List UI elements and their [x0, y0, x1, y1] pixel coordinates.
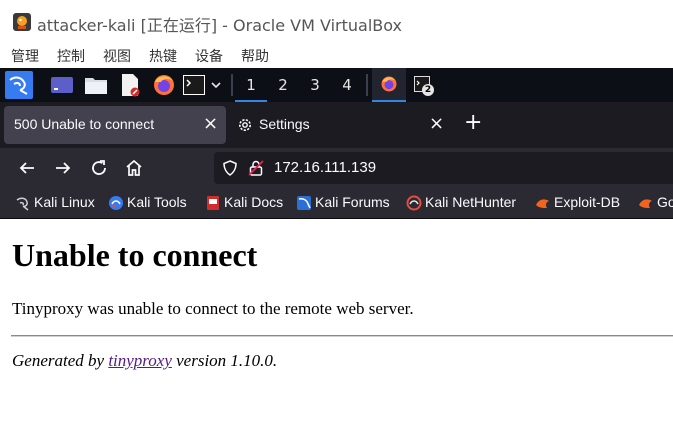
- bookmark-kali-nethunter[interactable]: Kali NetHunter: [406, 194, 526, 212]
- forward-icon[interactable]: [51, 156, 75, 180]
- terminal-launcher-icon[interactable]: [183, 72, 205, 98]
- text-editor-icon[interactable]: [118, 72, 142, 98]
- file-manager-icon[interactable]: [84, 72, 108, 98]
- kali-panel: 1 2 3 4 2: [0, 68, 673, 102]
- address-bar[interactable]: 172.16.111.139: [214, 152, 673, 184]
- vbox-title-bar: attacker-kali [正在运行] - Oracle VM Virtual…: [0, 0, 673, 44]
- window-title: attacker-kali [正在运行] - Oracle VM Virtual…: [37, 16, 403, 35]
- show-desktop-icon[interactable]: [50, 72, 74, 98]
- vbox-menu-bar: 管理 控制 视图 热键 设备 帮助: [0, 44, 673, 68]
- reload-icon[interactable]: [87, 156, 111, 180]
- workspace-1[interactable]: 1: [235, 68, 267, 102]
- vbox-app-icon: [13, 13, 31, 31]
- taskbar-firefox[interactable]: [372, 68, 406, 102]
- exploit-db-icon: [536, 199, 549, 208]
- tinyproxy-link[interactable]: tinyproxy: [108, 351, 172, 370]
- workspace-4[interactable]: 4: [331, 68, 363, 102]
- url-text: 172.16.111.139: [274, 159, 377, 176]
- firefox-icon: [381, 76, 397, 92]
- kali-docs-icon: [207, 196, 219, 210]
- bookmarks-toolbar: Kali Linux Kali Tools Kali Docs Kali For…: [0, 188, 673, 219]
- page-footer: Generated by tinyproxy version 1.10.0.: [12, 351, 277, 371]
- footer-suffix: version 1.10.0.: [176, 351, 278, 370]
- kali-menu-icon[interactable]: [5, 71, 33, 99]
- close-icon[interactable]: ×: [203, 113, 218, 134]
- bookmark-kali-tools[interactable]: Kali Tools: [108, 194, 194, 212]
- bookmark-kali-linux[interactable]: Kali Linux: [15, 194, 99, 212]
- window-count-badge: 2: [422, 84, 434, 96]
- menu-control[interactable]: 控制: [57, 46, 85, 66]
- panel-separator: [366, 74, 368, 96]
- bookmark-kali-forums[interactable]: Kali Forums: [296, 194, 396, 212]
- bookmark-kali-docs[interactable]: Kali Docs: [205, 194, 287, 212]
- back-icon[interactable]: [15, 156, 39, 180]
- close-icon[interactable]: ×: [429, 113, 444, 134]
- tab-bar: 500 Unable to connect × Settings × +: [0, 102, 673, 148]
- kali-tools-icon: [109, 196, 123, 210]
- bookmark-ghdb[interactable]: Go: [638, 194, 673, 212]
- tab-unable-to-connect[interactable]: 500 Unable to connect ×: [4, 106, 226, 144]
- firefox-launcher-icon[interactable]: [152, 72, 176, 98]
- error-message: Tinyproxy was unable to connect to the r…: [12, 299, 414, 318]
- navigation-bar: 172.16.111.139: [0, 148, 673, 188]
- menu-devices[interactable]: 设备: [195, 46, 223, 66]
- new-tab-button[interactable]: +: [464, 112, 482, 134]
- nethunter-icon: [406, 195, 422, 211]
- tab-settings[interactable]: Settings ×: [228, 106, 454, 144]
- insecure-lock-icon[interactable]: [248, 159, 264, 177]
- bookmark-exploit-db[interactable]: Exploit-DB: [535, 194, 629, 212]
- chevron-down-icon[interactable]: [209, 72, 223, 98]
- taskbar-terminal[interactable]: 2: [410, 68, 440, 102]
- page-content: Unable to connect Tinyproxy was unable t…: [0, 219, 673, 432]
- panel-separator: [231, 74, 233, 96]
- divider: [11, 335, 673, 337]
- workspace-3[interactable]: 3: [299, 68, 331, 102]
- tab-label: Settings: [259, 116, 310, 132]
- gear-icon: [239, 119, 251, 131]
- menu-view[interactable]: 视图: [103, 46, 131, 66]
- shield-icon[interactable]: [222, 160, 238, 176]
- page-heading: Unable to connect: [12, 237, 258, 273]
- ghdb-icon: [639, 199, 652, 208]
- home-icon[interactable]: [122, 156, 146, 180]
- footer-prefix: Generated by: [12, 351, 105, 370]
- tab-label: 500 Unable to connect: [14, 116, 155, 132]
- workspace-2[interactable]: 2: [267, 68, 299, 102]
- menu-hotkeys[interactable]: 热键: [149, 46, 177, 66]
- kali-dragon-icon: [16, 197, 29, 211]
- menu-help[interactable]: 帮助: [241, 46, 269, 66]
- menu-manage[interactable]: 管理: [11, 46, 39, 66]
- kali-forums-icon: [297, 196, 311, 210]
